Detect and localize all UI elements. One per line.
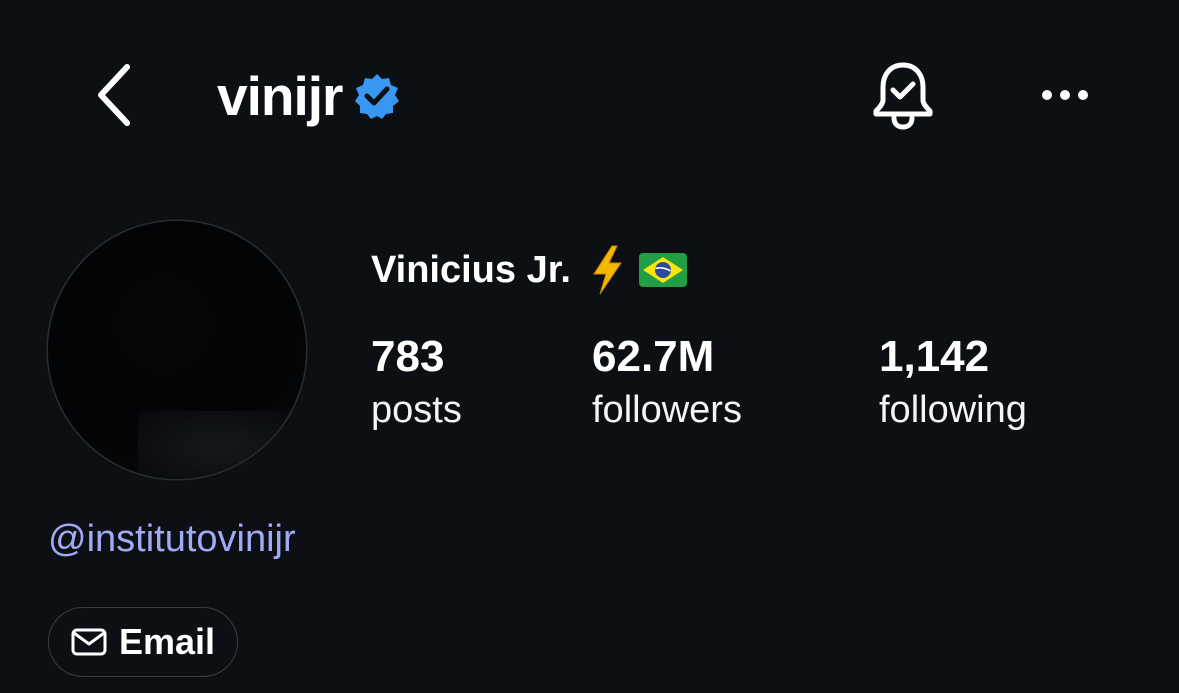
username: vinijr xyxy=(217,65,343,127)
following-count: 1,142 xyxy=(879,332,990,381)
display-name-row: Vinicius Jr. xyxy=(371,240,689,300)
stat-following[interactable]: 1,142 following xyxy=(879,330,1027,436)
following-label: following xyxy=(879,389,1027,431)
bio-mention-link[interactable]: @institutovinijr xyxy=(48,518,296,561)
display-name: Vinicius Jr. xyxy=(371,248,571,291)
posts-count: 783 xyxy=(371,332,445,381)
avatar[interactable] xyxy=(48,221,306,479)
followers-count: 62.7M xyxy=(592,332,715,381)
profile-screen: vinijr Vinicius Jr. 783 posts 62.7M foll… xyxy=(0,0,1179,693)
lightning-bolt-emoji xyxy=(587,244,627,296)
bell-check-icon xyxy=(873,62,933,130)
chevron-left-icon xyxy=(98,64,130,126)
followers-label: followers xyxy=(592,389,742,431)
stat-posts[interactable]: 783 posts xyxy=(371,330,462,436)
more-options-button[interactable] xyxy=(1030,70,1100,120)
posts-label: posts xyxy=(371,389,462,431)
stat-followers[interactable]: 62.7M followers xyxy=(592,330,742,436)
mail-icon xyxy=(71,627,107,657)
email-button[interactable]: Email xyxy=(48,607,238,677)
notifications-button[interactable] xyxy=(866,56,940,134)
avatar-photo-shadow xyxy=(138,411,306,479)
verified-badge-icon xyxy=(352,71,402,121)
email-button-label: Email xyxy=(118,621,216,662)
back-button[interactable] xyxy=(88,60,138,130)
brazil-flag-emoji xyxy=(638,253,689,287)
more-horizontal-icon xyxy=(1042,90,1088,100)
header-title: vinijr xyxy=(217,60,402,132)
